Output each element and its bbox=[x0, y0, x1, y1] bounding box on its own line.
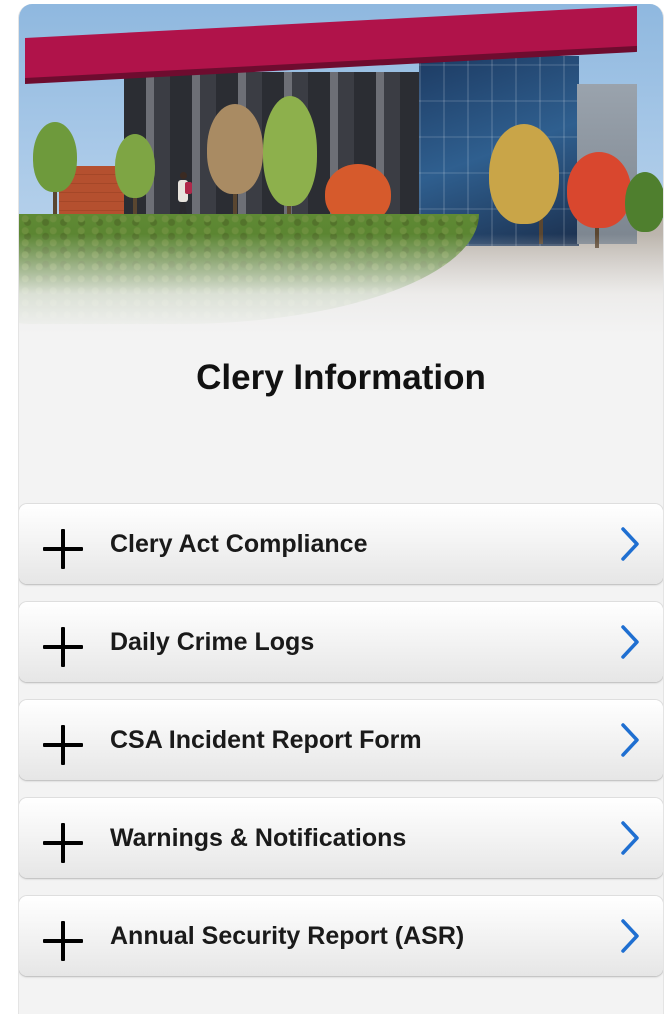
hero-tree bbox=[33, 122, 77, 192]
hero-tree bbox=[207, 104, 263, 194]
hero-tree bbox=[567, 152, 631, 228]
accordion-item-label: Daily Crime Logs bbox=[110, 628, 315, 656]
accordion-item-annual-security-report[interactable]: Annual Security Report (ASR) bbox=[19, 896, 663, 976]
hero-tree bbox=[115, 134, 155, 198]
chevron-right-icon bbox=[621, 527, 639, 561]
hero-tree bbox=[625, 172, 663, 232]
hero-tree bbox=[263, 96, 317, 206]
accordion-item-clery-act-compliance[interactable]: Clery Act Compliance bbox=[19, 504, 663, 584]
chevron-right-icon bbox=[621, 723, 639, 757]
accordion-item-label: CSA Incident Report Form bbox=[110, 726, 422, 754]
plus-icon bbox=[43, 529, 83, 569]
plus-icon bbox=[43, 921, 83, 961]
chevron-right-icon bbox=[621, 625, 639, 659]
chevron-right-icon bbox=[621, 821, 639, 855]
chevron-right-icon bbox=[621, 919, 639, 953]
accordion-item-label: Clery Act Compliance bbox=[110, 530, 368, 558]
accordion-item-label: Warnings & Notifications bbox=[110, 824, 407, 852]
hero-tree bbox=[489, 124, 559, 224]
page-title: Clery Information bbox=[196, 358, 486, 397]
plus-icon bbox=[43, 725, 83, 765]
accordion-item-csa-incident-report-form[interactable]: CSA Incident Report Form bbox=[19, 700, 663, 780]
clery-accordion: Clery Act Compliance Daily Crime Logs CS… bbox=[19, 504, 663, 994]
accordion-item-daily-crime-logs[interactable]: Daily Crime Logs bbox=[19, 602, 663, 682]
accordion-item-label: Annual Security Report (ASR) bbox=[110, 922, 465, 950]
hero-image bbox=[19, 4, 663, 334]
accordion-item-warnings-notifications[interactable]: Warnings & Notifications bbox=[19, 798, 663, 878]
clery-info-card: Clery Information Clery Act Compliance D… bbox=[18, 4, 664, 1014]
plus-icon bbox=[43, 627, 83, 667]
hero-fade-overlay bbox=[19, 234, 663, 334]
plus-icon bbox=[43, 823, 83, 863]
